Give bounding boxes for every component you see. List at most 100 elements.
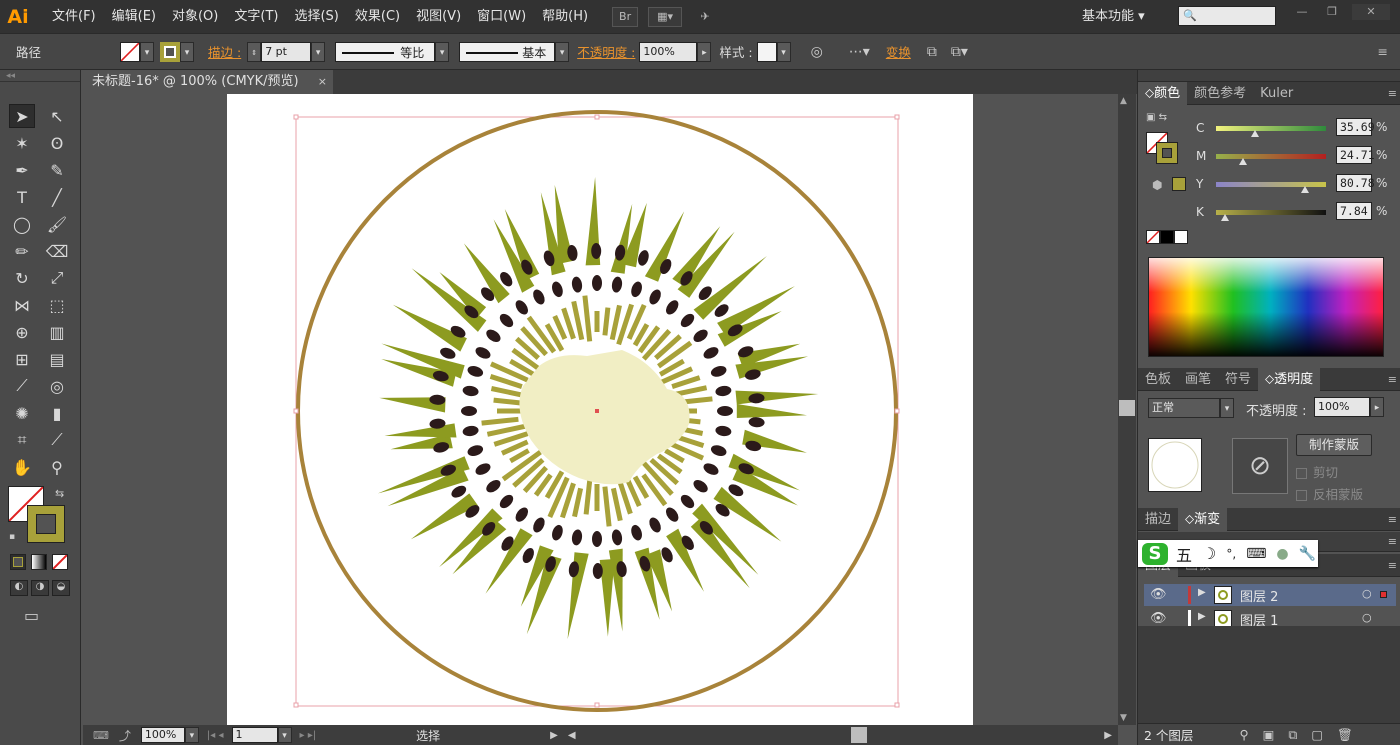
paintbrush-tool-icon[interactable]: 🖌 xyxy=(44,212,70,236)
seed[interactable] xyxy=(691,327,710,344)
seed[interactable] xyxy=(710,364,728,378)
seed[interactable] xyxy=(461,406,477,416)
fiber-line[interactable] xyxy=(481,416,519,426)
channel-thumb[interactable] xyxy=(1220,214,1229,221)
tools-grip[interactable]: ◂◂ xyxy=(0,70,80,82)
seed[interactable] xyxy=(439,346,458,361)
tab-transparency[interactable]: ⬦透明度 xyxy=(1258,367,1321,391)
free-transform-tool-icon[interactable]: ⬚ xyxy=(44,293,70,317)
seed[interactable] xyxy=(513,505,530,524)
first-artboard-icon[interactable]: |◂ ◂ xyxy=(207,730,224,741)
visibility-eye-icon[interactable]: 👁 xyxy=(1150,587,1167,602)
seed[interactable] xyxy=(571,529,583,546)
soft-keyboard-icon[interactable]: ⌨ xyxy=(1246,546,1266,562)
flesh-spike[interactable] xyxy=(736,404,807,418)
center-point[interactable] xyxy=(595,409,599,413)
lasso-tool-icon[interactable]: ʘ xyxy=(44,131,70,155)
hand-tool-icon[interactable]: ✋ xyxy=(9,455,35,479)
line-tool-icon[interactable]: ╱ xyxy=(44,185,70,209)
channel-value-field[interactable]: 7.84 xyxy=(1336,202,1372,220)
none-swatch[interactable] xyxy=(1146,230,1160,244)
seed[interactable] xyxy=(550,524,564,542)
canvas-area[interactable] xyxy=(83,94,1118,725)
restore-icon[interactable]: ❐ xyxy=(1320,4,1344,20)
seed[interactable] xyxy=(462,385,479,397)
new-sublayer-icon[interactable]: ⧉ xyxy=(1288,727,1297,743)
channel-track[interactable] xyxy=(1216,182,1326,187)
stroke-color-box[interactable] xyxy=(27,505,65,543)
channel-thumb[interactable] xyxy=(1251,130,1260,137)
color-panel-menu-icon[interactable]: ≡ xyxy=(1388,87,1397,100)
tab-brushes[interactable]: 画笔 xyxy=(1178,368,1218,391)
zoom-dropdown[interactable]: ▾ xyxy=(184,727,199,743)
bridge-icon[interactable]: Br xyxy=(612,6,639,27)
transparency-opacity-control[interactable]: 100% ▸ xyxy=(1314,397,1384,417)
locate-object-icon[interactable]: ⚲ xyxy=(1239,727,1248,742)
seed[interactable] xyxy=(571,276,583,293)
seed[interactable] xyxy=(647,288,663,307)
fiber-line[interactable] xyxy=(609,304,622,341)
close-icon[interactable]: ✕ xyxy=(1352,4,1390,20)
document-tab[interactable]: 未标题-16* @ 100% (CMYK/预览) × xyxy=(83,70,333,94)
bounding-box-handle[interactable] xyxy=(894,702,900,708)
variable-width-profile[interactable]: 等比 ▾ xyxy=(335,41,450,62)
seed[interactable] xyxy=(663,505,680,524)
none-mode-icon[interactable] xyxy=(52,554,68,570)
target-circle-icon[interactable]: ○ xyxy=(1362,587,1372,600)
graphic-style-picker[interactable]: ▾ xyxy=(756,41,791,62)
gradient-tool-icon[interactable]: ▤ xyxy=(44,347,70,371)
bounding-box-handle[interactable] xyxy=(594,114,600,120)
seed[interactable] xyxy=(474,345,493,361)
tab-color[interactable]: ⬦颜色 xyxy=(1138,81,1188,105)
fiber-line[interactable] xyxy=(610,487,623,522)
stroke-panel-menu-icon[interactable]: ≡ xyxy=(1388,513,1397,526)
input-mode-wubi[interactable]: 五 xyxy=(1176,542,1192,566)
layer-name[interactable]: 图层 2 xyxy=(1240,586,1278,605)
channel-thumb[interactable] xyxy=(1300,186,1309,193)
isolate-selected-icon[interactable]: ⧉ xyxy=(927,44,937,60)
user-icon[interactable]: ● xyxy=(1276,546,1288,562)
type-tool-icon[interactable]: T xyxy=(9,185,35,209)
bounding-box-handle[interactable] xyxy=(894,408,900,414)
channel-value-field[interactable]: 80.78 xyxy=(1336,174,1375,192)
opacity-control[interactable]: 100% ▸ xyxy=(639,41,712,62)
seed[interactable] xyxy=(663,298,680,317)
menu-item-1[interactable]: 编辑(E) xyxy=(104,0,164,33)
seed[interactable] xyxy=(466,443,484,457)
flesh-spike[interactable] xyxy=(735,390,819,405)
slice-tool-icon[interactable]: ⟋ xyxy=(44,428,70,452)
menu-item-6[interactable]: 视图(V) xyxy=(408,0,469,33)
flesh-spike[interactable] xyxy=(526,554,562,635)
visibility-eye-icon[interactable]: 👁 xyxy=(1150,611,1167,626)
seed[interactable] xyxy=(591,243,602,259)
perspective-grid-tool-icon[interactable]: ▥ xyxy=(44,320,70,344)
artboard[interactable] xyxy=(227,94,973,725)
channel-value-field[interactable]: 24.71 xyxy=(1336,146,1375,164)
draw-behind-icon[interactable]: ◑ xyxy=(31,580,49,596)
control-menu-icon[interactable]: ≡ xyxy=(1378,44,1388,59)
punctuation-icon[interactable]: °, xyxy=(1226,547,1236,561)
ellipse-tool-icon[interactable]: ◯ xyxy=(9,212,35,236)
white-swatch[interactable] xyxy=(1174,230,1188,244)
fiber-line[interactable] xyxy=(649,457,679,486)
stroke-swatch[interactable]: ▾ xyxy=(160,41,194,62)
tab-color-guide[interactable]: 颜色参考 xyxy=(1187,82,1253,105)
bounding-box-handle[interactable] xyxy=(293,408,299,414)
transparency-panel-menu-icon[interactable]: ≡ xyxy=(1388,373,1397,386)
menu-item-4[interactable]: 选择(S) xyxy=(286,0,346,33)
delete-layer-icon[interactable]: 🗑 xyxy=(1337,727,1353,743)
artboard-dropdown[interactable]: ▾ xyxy=(277,727,292,743)
seed[interactable] xyxy=(513,298,530,317)
sogou-logo-icon[interactable]: S xyxy=(1142,542,1168,565)
transparency-opacity-field[interactable]: 100% xyxy=(1314,397,1370,417)
seed[interactable] xyxy=(647,516,663,535)
seed[interactable] xyxy=(702,345,721,361)
rotate-tool-icon[interactable]: ↻ xyxy=(9,266,35,290)
seed[interactable] xyxy=(466,364,484,378)
menu-item-7[interactable]: 窗口(W) xyxy=(469,0,534,33)
menu-item-8[interactable]: 帮助(H) xyxy=(534,0,596,33)
collapsed-panel-menu-icon[interactable]: ≡ xyxy=(1388,535,1397,548)
black-swatch[interactable] xyxy=(1160,230,1174,244)
close-tab-icon[interactable]: × xyxy=(318,70,327,94)
half-width-icon[interactable]: ☽ xyxy=(1202,544,1216,563)
